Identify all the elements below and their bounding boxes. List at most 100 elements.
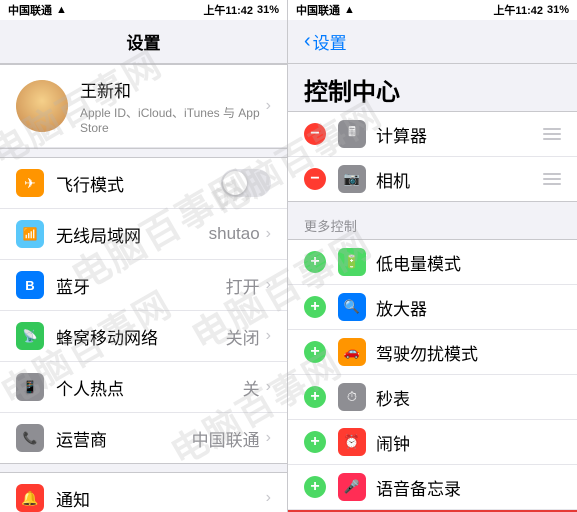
back-button[interactable]: ‹ 设置 bbox=[304, 29, 347, 54]
airplane-toggle[interactable] bbox=[221, 169, 271, 197]
camera-remove-btn[interactable]: − bbox=[304, 168, 326, 190]
bluetooth-value: 打开 bbox=[226, 273, 260, 298]
magnifier-icon: 🔍 bbox=[338, 293, 366, 321]
right-status-bar: 中国联通 ▲ 上午11:42 31% bbox=[288, 0, 577, 20]
right-battery: 31% bbox=[547, 4, 569, 16]
alarm-add-btn[interactable]: + bbox=[304, 431, 326, 453]
camera-drag-handle[interactable] bbox=[543, 173, 561, 185]
profile-row[interactable]: 王新和 Apple ID、iCloud、iTunes 与 App Store › bbox=[0, 65, 287, 148]
low-power-label: 低电量模式 bbox=[376, 250, 561, 275]
camera-label: 相机 bbox=[376, 167, 539, 192]
hotspot-icon: 📱 bbox=[16, 373, 44, 401]
avatar-image bbox=[16, 80, 68, 132]
wifi-row[interactable]: 📶 无线局域网 shutao › bbox=[0, 209, 287, 260]
back-label: 设置 bbox=[313, 29, 347, 54]
hotspot-value: 关 bbox=[243, 375, 260, 400]
hotspot-label: 个人热点 bbox=[56, 375, 243, 400]
driving-dnd-label: 驾驶勿扰模式 bbox=[376, 340, 561, 365]
bluetooth-chevron: › bbox=[266, 276, 271, 294]
carrier-left: 中国联通 bbox=[8, 2, 52, 18]
signal-icon-left: ▲ bbox=[56, 4, 67, 16]
profile-section: 王新和 Apple ID、iCloud、iTunes 与 App Store › bbox=[0, 64, 287, 149]
calculator-icon: 🖩 bbox=[338, 120, 366, 148]
low-power-add-btn[interactable]: + bbox=[304, 251, 326, 273]
calculator-remove-btn[interactable]: − bbox=[304, 123, 326, 145]
cellular-label: 蜂窝移动网络 bbox=[56, 324, 226, 349]
battery-left: 31% bbox=[257, 4, 279, 16]
carrier-chevron: › bbox=[266, 429, 271, 447]
airplane-label: 飞行模式 bbox=[56, 171, 221, 196]
time-left: 上午11:42 bbox=[203, 2, 253, 18]
hotspot-chevron: › bbox=[266, 378, 271, 396]
profile-sub: Apple ID、iCloud、iTunes 与 App Store bbox=[80, 104, 266, 135]
notifications-row[interactable]: 🔔 通知 › bbox=[0, 473, 287, 512]
avatar bbox=[16, 80, 68, 132]
right-title: 控制中心 bbox=[288, 64, 577, 111]
hotspot-row[interactable]: 📱 个人热点 关 › bbox=[0, 362, 287, 413]
carrier-row[interactable]: 📞 运营商 中国联通 › bbox=[0, 413, 287, 463]
stopwatch-add-btn[interactable]: + bbox=[304, 386, 326, 408]
settings-list: 王新和 Apple ID、iCloud、iTunes 与 App Store ›… bbox=[0, 64, 287, 512]
control-list: − 🖩 计算器 − 📷 相机 bbox=[288, 111, 577, 512]
alarm-label: 闹钟 bbox=[376, 430, 561, 455]
right-panel: 中国联通 ▲ 上午11:42 31% ‹ 设置 控制中心 − 🖩 计算器 bbox=[288, 0, 577, 512]
magnifier-label: 放大器 bbox=[376, 295, 561, 320]
camera-icon: 📷 bbox=[338, 165, 366, 193]
calculator-label: 计算器 bbox=[376, 122, 539, 147]
stopwatch-label: 秒表 bbox=[376, 385, 561, 410]
stopwatch-icon: ⏱ bbox=[338, 383, 366, 411]
low-power-row[interactable]: + 🔋 低电量模式 bbox=[288, 240, 577, 285]
airplane-row[interactable]: ✈ 飞行模式 bbox=[0, 158, 287, 209]
network-section: ✈ 飞行模式 📶 无线局域网 shutao › B bbox=[0, 157, 287, 464]
carrier-icon: 📞 bbox=[16, 424, 44, 452]
wifi-chevron: › bbox=[266, 225, 271, 243]
airplane-icon: ✈ bbox=[16, 169, 44, 197]
calculator-row[interactable]: − 🖩 计算器 bbox=[288, 112, 577, 157]
alarm-icon: ⏰ bbox=[338, 428, 366, 456]
magnifier-row[interactable]: + 🔍 放大器 bbox=[288, 285, 577, 330]
voice-memo-label: 语音备忘录 bbox=[376, 475, 561, 500]
calculator-drag-handle[interactable] bbox=[543, 128, 561, 140]
right-status-right: 上午11:42 31% bbox=[493, 2, 569, 18]
notifications-icon: 🔔 bbox=[16, 484, 44, 512]
toggle-knob bbox=[223, 171, 247, 195]
notifications-chevron: › bbox=[266, 489, 271, 507]
left-nav-title: 设置 bbox=[127, 29, 161, 54]
cellular-row[interactable]: 📡 蜂窝移动网络 关闭 › bbox=[0, 311, 287, 362]
camera-row[interactable]: − 📷 相机 bbox=[288, 157, 577, 201]
voice-memo-row[interactable]: + 🎤 语音备忘录 bbox=[288, 465, 577, 510]
more-section: + 🔋 低电量模式 + 🔍 放大器 + 🚗 驾驶勿扰模式 bbox=[288, 239, 577, 512]
voice-memo-icon: 🎤 bbox=[338, 473, 366, 501]
more-controls-label: 更多控制 bbox=[288, 210, 577, 239]
low-power-icon: 🔋 bbox=[338, 248, 366, 276]
profile-name: 王新和 bbox=[80, 77, 266, 102]
wifi-icon: 📶 bbox=[16, 220, 44, 248]
left-navbar: 设置 bbox=[0, 20, 287, 64]
notifications-label: 通知 bbox=[56, 486, 266, 511]
right-time: 上午11:42 bbox=[493, 2, 543, 18]
right-navbar: ‹ 设置 bbox=[288, 20, 577, 64]
driving-dnd-row[interactable]: + 🚗 驾驶勿扰模式 bbox=[288, 330, 577, 375]
bluetooth-label: 蓝牙 bbox=[56, 273, 226, 298]
voice-memo-add-btn[interactable]: + bbox=[304, 476, 326, 498]
left-panel: 中国联通 ▲ 上午11:42 31% 设置 王新和 Apple ID、iClou… bbox=[0, 0, 288, 512]
left-status-bar: 中国联通 ▲ 上午11:42 31% bbox=[0, 0, 287, 20]
cellular-value: 关闭 bbox=[226, 324, 260, 349]
notification-section: 🔔 通知 › 控制中心 › bbox=[0, 472, 287, 512]
right-carrier: 中国联通 bbox=[296, 2, 340, 18]
bluetooth-row[interactable]: B 蓝牙 打开 › bbox=[0, 260, 287, 311]
back-chevron-icon: ‹ bbox=[304, 30, 311, 53]
driving-dnd-add-btn[interactable]: + bbox=[304, 341, 326, 363]
status-left: 中国联通 ▲ bbox=[8, 2, 67, 18]
wifi-value: shutao bbox=[209, 224, 260, 244]
cellular-icon: 📡 bbox=[16, 322, 44, 350]
driving-dnd-icon: 🚗 bbox=[338, 338, 366, 366]
carrier-label: 运营商 bbox=[56, 426, 192, 451]
right-signal-icon: ▲ bbox=[344, 4, 355, 16]
status-right: 上午11:42 31% bbox=[203, 2, 279, 18]
magnifier-add-btn[interactable]: + bbox=[304, 296, 326, 318]
bluetooth-icon: B bbox=[16, 271, 44, 299]
alarm-row[interactable]: + ⏰ 闹钟 bbox=[288, 420, 577, 465]
profile-info: 王新和 Apple ID、iCloud、iTunes 与 App Store bbox=[80, 77, 266, 135]
stopwatch-row[interactable]: + ⏱ 秒表 bbox=[288, 375, 577, 420]
